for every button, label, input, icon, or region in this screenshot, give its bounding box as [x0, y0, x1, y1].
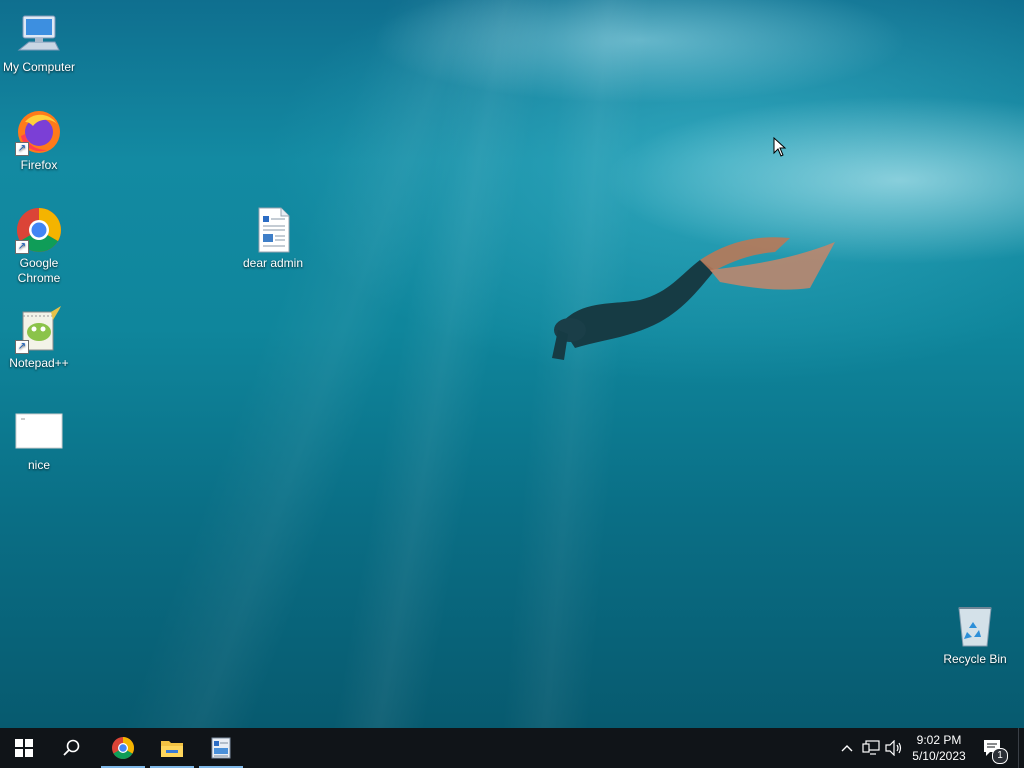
- desktop-icon-my-computer[interactable]: My Computer: [1, 10, 77, 75]
- shortcut-arrow-icon: ↗: [15, 240, 29, 254]
- taskbar-file-explorer-button[interactable]: [148, 728, 196, 768]
- chevron-up-icon: [841, 745, 853, 752]
- desktop-icon-notepad-plus-plus[interactable]: ↗ Notepad++: [1, 306, 77, 371]
- document-app-icon: [211, 737, 231, 759]
- mouse-cursor-icon: [773, 137, 787, 157]
- my-computer-icon: [15, 10, 63, 58]
- desktop-background: My Computer ↗ Firefox ↗ Google Chrome ↗ …: [0, 0, 1024, 728]
- desktop-icon-recycle-bin[interactable]: Recycle Bin: [937, 602, 1013, 667]
- clock-date: 5/10/2023: [912, 749, 966, 763]
- folder-icon: [161, 741, 183, 757]
- desktop-icon-dear-admin[interactable]: dear admin: [235, 206, 311, 271]
- desktop-icon-label: My Computer: [2, 60, 76, 74]
- network-button[interactable]: [860, 728, 882, 768]
- search-icon: [63, 739, 80, 756]
- search-button[interactable]: [48, 728, 96, 768]
- desktop-icon-firefox[interactable]: ↗ Firefox: [1, 108, 77, 173]
- desktop-icon-label: Firefox: [20, 158, 58, 172]
- diver-illustration: [552, 237, 835, 360]
- show-desktop-button[interactable]: [1018, 728, 1024, 768]
- system-clock[interactable]: 9:02 PM 5/10/2023: [900, 732, 978, 764]
- network-icon: [862, 740, 880, 755]
- chrome-icon: ↗: [15, 206, 63, 254]
- desktop-icon-label: nice: [27, 458, 50, 472]
- shortcut-arrow-icon: ↗: [15, 340, 29, 354]
- shortcut-arrow-icon: ↗: [15, 142, 29, 156]
- desktop-icon-label: Recycle Bin: [943, 652, 1007, 666]
- desktop-icon-nice[interactable]: nice: [1, 408, 77, 473]
- action-center-button[interactable]: 1: [978, 728, 1008, 768]
- show-hidden-icons-button[interactable]: [838, 728, 856, 768]
- notification-count-badge: 1: [992, 748, 1008, 764]
- notepad-plus-plus-icon: ↗: [15, 306, 63, 354]
- desktop-icon-label: Notepad++: [9, 356, 69, 370]
- taskbar: 9:02 PM 5/10/2023 1: [0, 728, 1024, 768]
- windows-logo-icon: [15, 739, 33, 757]
- recycle-bin-icon: [951, 602, 999, 650]
- light-rays: [0, 0, 1024, 728]
- desktop-icon-label: dear admin: [242, 256, 304, 270]
- blank-file-icon: [15, 408, 63, 456]
- taskbar-document-app-button[interactable]: [197, 728, 245, 768]
- clock-time: 9:02 PM: [916, 733, 962, 747]
- taskbar-chrome-button[interactable]: [99, 728, 147, 768]
- firefox-icon: ↗: [15, 108, 63, 156]
- document-icon: [249, 206, 297, 254]
- start-button[interactable]: [0, 728, 48, 768]
- desktop-icon-label: Google Chrome: [17, 256, 61, 285]
- desktop-icon-google-chrome[interactable]: ↗ Google Chrome: [1, 206, 77, 286]
- chrome-icon: [112, 737, 134, 759]
